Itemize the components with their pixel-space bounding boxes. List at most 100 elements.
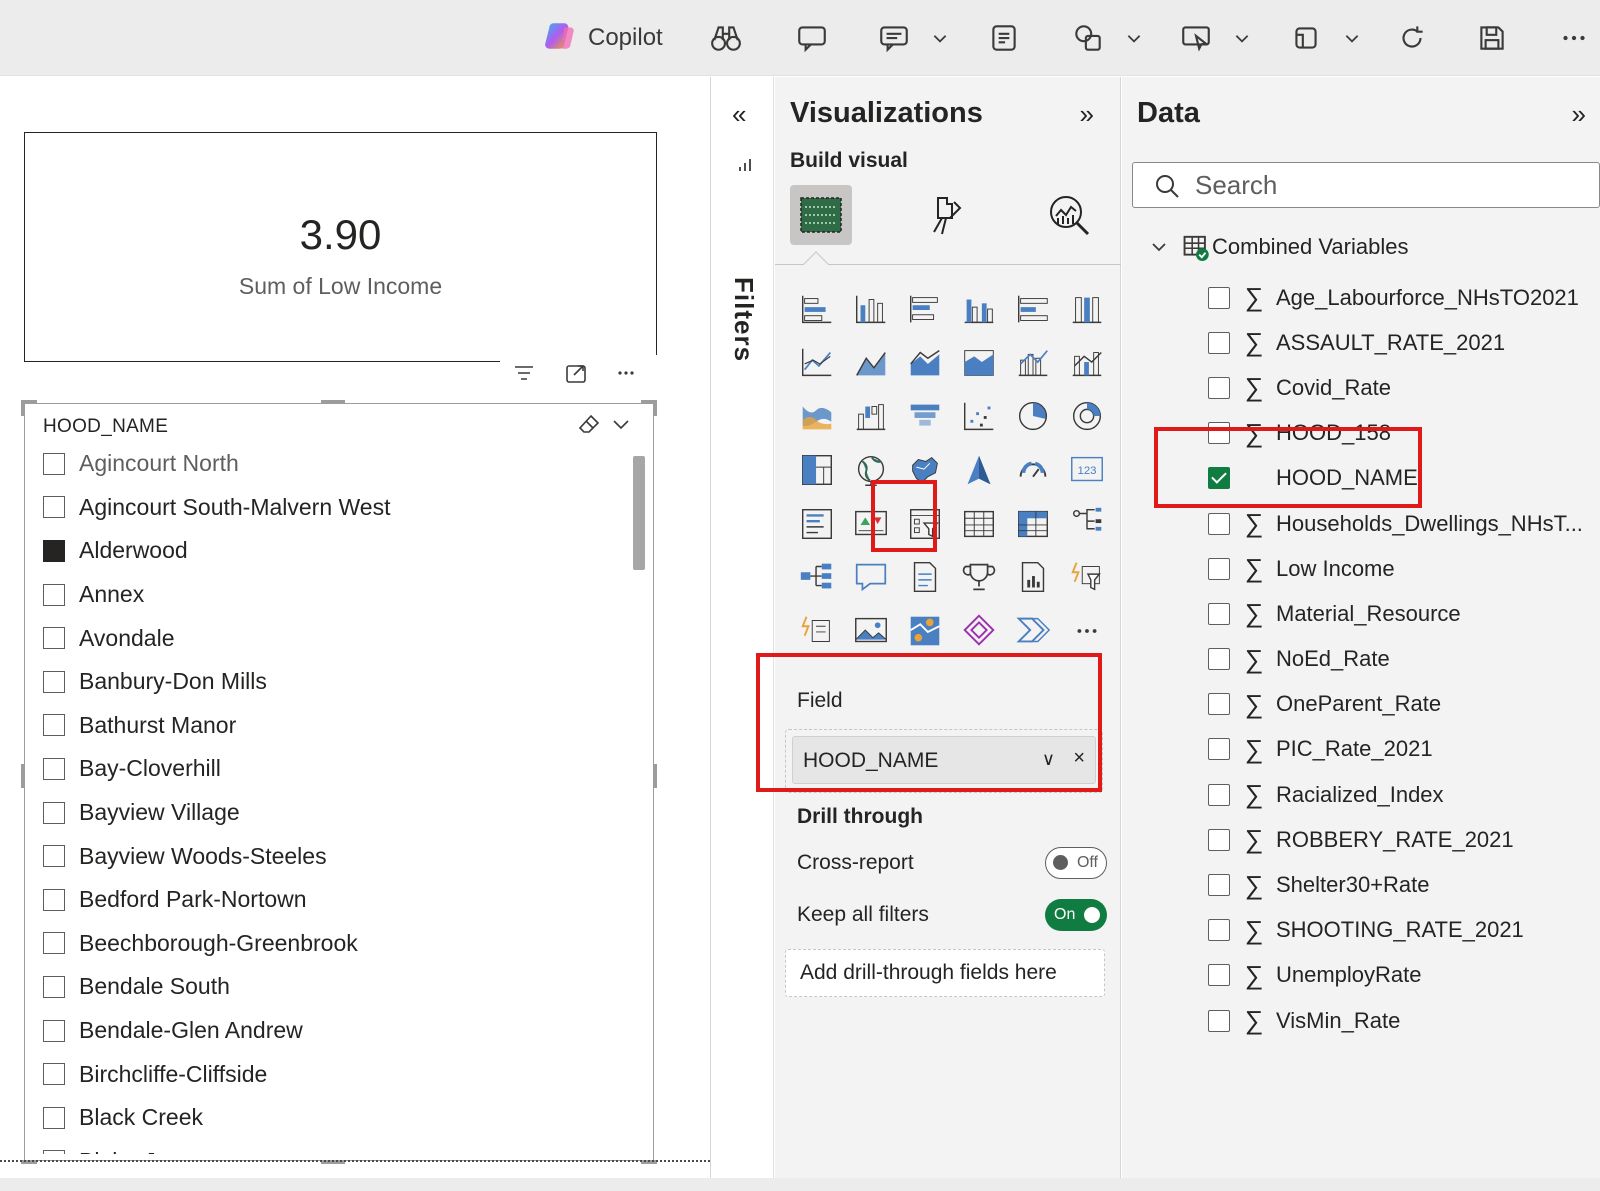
slicer-item[interactable]: Bayview Woods-Steeles [43, 834, 623, 878]
field-checkbox[interactable] [1208, 693, 1230, 716]
slicer-checkbox[interactable] [43, 496, 65, 519]
paginated-report-visual-button[interactable] [898, 551, 952, 605]
field-checkbox[interactable] [1208, 738, 1230, 761]
slicer-dropdown-button[interactable] [609, 412, 633, 441]
stacked-column-chart-visual-button[interactable] [844, 283, 898, 337]
filter-visual-button[interactable] [510, 360, 538, 386]
visualizations-collapse-button[interactable]: » [1080, 99, 1094, 130]
slicer-checkbox[interactable] [43, 1150, 65, 1154]
field-checkbox[interactable] [1208, 1009, 1230, 1032]
refresh-button[interactable] [1392, 18, 1432, 58]
data-field-row[interactable]: ∑ Age_Labourforce_NHsTO2021 [1208, 275, 1600, 320]
power-apps-visual-button[interactable] [1060, 551, 1114, 605]
field-checkbox[interactable] [1208, 828, 1230, 851]
data-field-row[interactable]: ∑ UnemployRate [1208, 953, 1600, 998]
resize-handle[interactable] [653, 764, 657, 788]
field-checkbox[interactable] [1208, 557, 1230, 580]
multi-row-card-visual-button[interactable] [790, 497, 844, 551]
clustered-bar-chart-visual-button[interactable] [898, 283, 952, 337]
stacked-bar-chart-visual-button[interactable] [790, 283, 844, 337]
line-chart-visual-button[interactable] [790, 337, 844, 391]
gauge-visual-button[interactable] [1006, 444, 1060, 498]
scatter-chart-visual-button[interactable] [952, 390, 1006, 444]
ribbon-chart-visual-button[interactable] [790, 390, 844, 444]
treemap-visual-button[interactable] [790, 444, 844, 498]
field-checkbox[interactable] [1208, 874, 1230, 897]
waterfall-chart-visual-button[interactable] [844, 390, 898, 444]
slicer-item[interactable]: Bayview Village [43, 791, 623, 835]
filters-label[interactable]: Filters [728, 277, 759, 362]
field-checkbox[interactable] [1208, 919, 1230, 942]
slicer-checkbox[interactable] [43, 757, 65, 780]
slide-button[interactable] [874, 18, 914, 58]
slicer-item[interactable]: Avondale [43, 616, 623, 660]
view-dropdown[interactable] [1340, 18, 1364, 58]
data-field-row[interactable]: ∑ PIC_Rate_2021 [1208, 727, 1600, 772]
funnel-chart-visual-button[interactable] [898, 390, 952, 444]
100-stacked-bar-chart-visual-button[interactable] [1006, 283, 1060, 337]
slicer-item[interactable]: Bathurst Manor [43, 704, 623, 748]
data-field-row[interactable]: ∑ VisMin_Rate [1208, 998, 1600, 1043]
field-checkbox[interactable] [1208, 286, 1230, 309]
data-collapse-button[interactable]: » [1572, 99, 1586, 130]
data-field-row[interactable]: ∑ SHOOTING_RATE_2021 [1208, 908, 1600, 953]
present-button[interactable] [1176, 18, 1216, 58]
comment-button[interactable] [792, 18, 832, 58]
report-page-visual-button[interactable] [1006, 551, 1060, 605]
field-checkbox[interactable] [1208, 602, 1230, 625]
power-apps-diamond-visual-button[interactable] [952, 604, 1006, 658]
slicer-item[interactable]: Birchcliffe-Cliffside [43, 1052, 623, 1096]
copilot-button[interactable]: Copilot [544, 18, 674, 58]
slide-dropdown[interactable] [928, 18, 952, 58]
slicer-checkbox[interactable] [43, 1019, 65, 1042]
slicer-checkbox[interactable] [43, 801, 65, 824]
power-automate-flow-visual-button[interactable] [1006, 604, 1060, 658]
100-stacked-column-chart-visual-button[interactable] [1060, 283, 1114, 337]
stacked-area-chart-visual-button[interactable] [898, 337, 952, 391]
resize-handle[interactable] [653, 400, 657, 416]
save-button[interactable] [1472, 18, 1512, 58]
slicer-checkbox[interactable] [43, 452, 65, 475]
line-and-stacked-column-chart-visual-button[interactable] [1006, 337, 1060, 391]
clustered-column-chart-visual-button[interactable] [952, 283, 1006, 337]
present-dropdown[interactable] [1230, 18, 1254, 58]
azure-map-visual-button[interactable] [952, 444, 1006, 498]
slicer-checkbox[interactable] [43, 1063, 65, 1086]
slicer-checkbox[interactable] [43, 583, 65, 606]
decomposition-tree-visual-button[interactable] [1060, 497, 1114, 551]
qa-trophy-visual-button[interactable] [952, 551, 1006, 605]
slicer-item[interactable]: Bay-Cloverhill [43, 747, 623, 791]
smart-narrative-visual-button[interactable] [844, 551, 898, 605]
analytics-tab[interactable] [1038, 185, 1100, 245]
resize-handle[interactable] [21, 400, 25, 416]
cross-report-toggle[interactable]: Off [1045, 847, 1107, 879]
slicer-visual[interactable]: HOOD_NAME Agincourt North Agincourt South… [21, 400, 657, 1164]
slicer-checkbox[interactable] [43, 845, 65, 868]
data-field-row[interactable]: ∑ ROBBERY_RATE_2021 [1208, 817, 1600, 862]
data-search-box[interactable] [1132, 162, 1600, 208]
clear-selections-button[interactable] [577, 412, 601, 441]
slicer-checkbox[interactable] [43, 539, 65, 562]
slicer-item[interactable]: Bendale-Glen Andrew [43, 1009, 623, 1053]
slicer-item[interactable]: Agincourt North [43, 442, 623, 486]
data-field-row[interactable]: ∑ OneParent_Rate [1208, 682, 1600, 727]
key-influencers-visual-button[interactable] [790, 551, 844, 605]
build-visual-tab[interactable] [790, 185, 852, 245]
slicer-item[interactable]: Bedford Park-Nortown [43, 878, 623, 922]
keep-filters-toggle[interactable]: On [1045, 899, 1107, 931]
field-checkbox[interactable] [1208, 376, 1230, 399]
card-visual-button[interactable]: 123 [1060, 444, 1114, 498]
data-field-row[interactable]: ∑ ASSAULT_RATE_2021 [1208, 320, 1600, 365]
slicer-item[interactable]: Annex [43, 573, 623, 617]
data-field-row[interactable]: ∑ NoEd_Rate [1208, 637, 1600, 682]
visual-more-button[interactable] [612, 360, 640, 386]
slicer-checkbox[interactable] [43, 975, 65, 998]
more-visuals-visual-button[interactable] [1060, 604, 1114, 658]
slicer-item[interactable]: Beechborough-Greenbrook [43, 922, 623, 966]
100-stacked-area-chart-visual-button[interactable] [952, 337, 1006, 391]
resize-handle[interactable] [321, 400, 345, 404]
field-checkbox[interactable] [1208, 648, 1230, 671]
pie-chart-visual-button[interactable] [1006, 390, 1060, 444]
format-visual-tab[interactable] [914, 185, 976, 245]
more-button[interactable] [1554, 18, 1594, 58]
